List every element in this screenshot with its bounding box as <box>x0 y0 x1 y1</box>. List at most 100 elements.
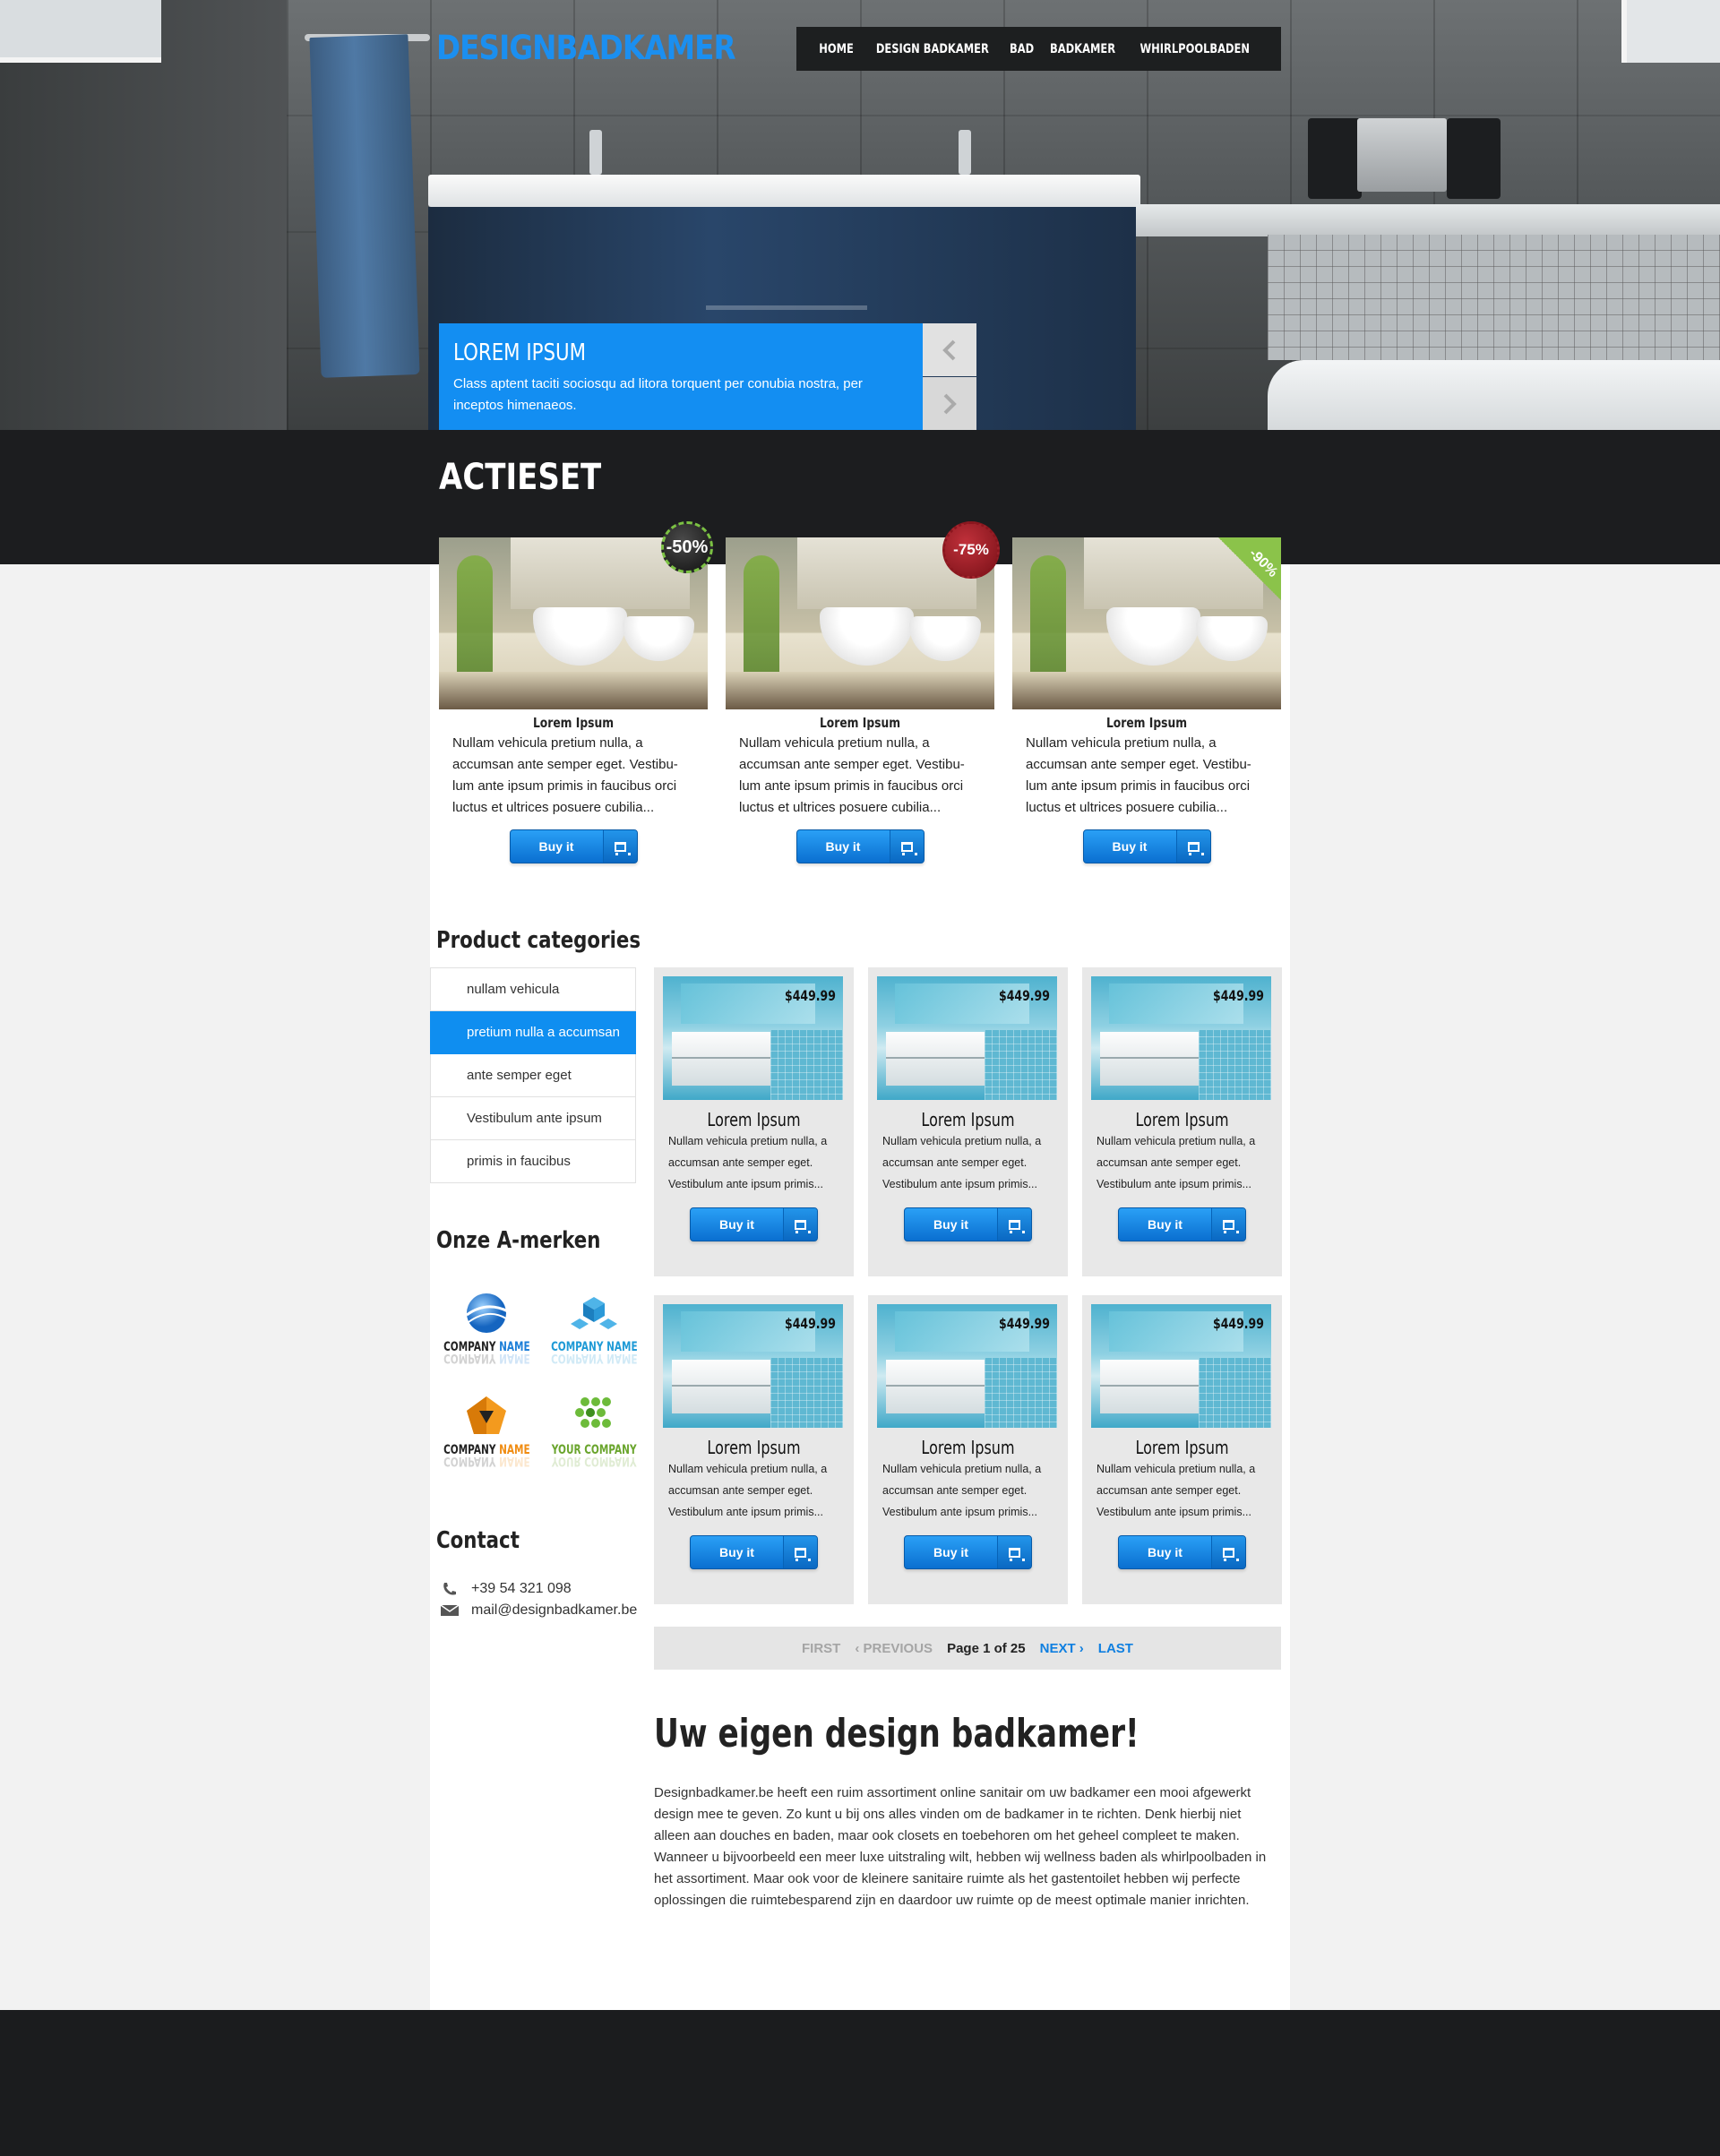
buy-button-label: Buy it <box>1148 1545 1182 1559</box>
brands-title: Onze A-merken <box>436 1227 601 1254</box>
contact-title: Contact <box>436 1527 520 1554</box>
discount-ribbon: -90% <box>1218 537 1281 600</box>
category-item[interactable]: primis in faucibus <box>430 1140 636 1183</box>
nav-home[interactable]: HOME <box>819 42 854 56</box>
cubes-logo-icon <box>571 1297 617 1329</box>
buy-button[interactable]: Buy it <box>690 1535 818 1569</box>
product-price: $449.99 <box>1213 987 1264 1004</box>
slider-prev-button[interactable] <box>923 323 976 376</box>
slider-caption: LOREM IPSUM Class aptent taciti sociosqu… <box>439 323 923 430</box>
cart-icon <box>889 830 924 863</box>
contact-phone-text[interactable]: +39 54 321 098 <box>471 1581 572 1597</box>
slider-next-button[interactable] <box>923 377 976 430</box>
buy-button-label: Buy it <box>719 1217 754 1232</box>
promo-card: -75% Lorem Ipsum Nullam vehicula pretium… <box>726 521 1000 863</box>
pager-previous-label: PREVIOUS <box>863 1640 933 1656</box>
promo-name[interactable]: Lorem Ipsum <box>463 715 684 731</box>
footer <box>0 2010 1720 2156</box>
promo-desc: Nullam vehicula pretium nulla, a accumsa… <box>739 735 965 815</box>
promo-card: -50% Lorem Ipsum Nullam vehicula pretium… <box>439 521 713 863</box>
pager-current: Page 1 of 25 <box>947 1640 1026 1656</box>
hero-tap <box>959 130 971 175</box>
nav-whirlpoolbaden[interactable]: WHIRLPOOLBADEN <box>1140 42 1251 56</box>
nav-design-badkamer[interactable]: DESIGN BADKAMER <box>876 42 989 56</box>
buy-button[interactable]: Buy it <box>509 829 638 863</box>
pagination: FIRST ‹ PREVIOUS Page 1 of 25 NEXT › LAS… <box>654 1627 1281 1670</box>
slider-arrows <box>923 323 976 430</box>
buy-button-label: Buy it <box>933 1545 968 1559</box>
product-title[interactable]: Lorem Ipsum <box>1109 1109 1254 1130</box>
buy-button-label: Buy it <box>1112 839 1148 854</box>
pager-next[interactable]: NEXT › <box>1040 1641 1084 1656</box>
product-price: $449.99 <box>999 987 1050 1004</box>
product-desc: Nullam vehicula pretium nulla, a accumsa… <box>1096 1463 1256 1518</box>
discount-ribbon-label: -90% <box>1245 545 1280 580</box>
brand-logo[interactable]: COMPANY NAME COMPANY NAME <box>545 1288 643 1378</box>
promo-name[interactable]: Lorem Ipsum <box>1036 715 1257 731</box>
hero-mosaic <box>1268 235 1720 360</box>
category-list: nullam vehicula pretium nulla a accumsan… <box>430 967 636 1183</box>
product-card: $449.99 Lorem Ipsum Nullam vehicula pret… <box>868 967 1068 1276</box>
category-item-active[interactable]: pretium nulla a accumsan <box>430 1011 636 1054</box>
category-item[interactable]: nullam vehicula <box>430 968 636 1011</box>
promo-desc: Nullam vehicula pretium nulla, a accumsa… <box>1026 735 1251 815</box>
product-card: $449.99 Lorem Ipsum Nullam vehicula pret… <box>1082 967 1282 1276</box>
chevron-right-icon: › <box>1075 1640 1084 1656</box>
product-desc: Nullam vehicula pretium nulla, a accumsa… <box>882 1463 1042 1518</box>
nav-badkamer[interactable]: BADKAMER <box>1050 42 1115 56</box>
hero-speaker <box>1447 118 1501 199</box>
buy-button[interactable]: Buy it <box>1118 1535 1246 1569</box>
product-title[interactable]: Lorem Ipsum <box>681 1437 826 1458</box>
buy-button[interactable]: Buy it <box>1082 829 1211 863</box>
buy-button[interactable]: Buy it <box>690 1207 818 1241</box>
hero-window-left <box>0 0 161 63</box>
product-title[interactable]: Lorem Ipsum <box>681 1109 826 1130</box>
promo-desc: Nullam vehicula pretium nulla, a accumsa… <box>452 735 678 815</box>
product-image[interactable]: $449.99 <box>1091 1304 1271 1428</box>
product-image[interactable]: $449.99 <box>663 976 843 1100</box>
cart-icon <box>997 1208 1031 1241</box>
buy-button[interactable]: Buy it <box>904 1207 1032 1241</box>
nav-bad[interactable]: BAD <box>1010 42 1034 56</box>
buy-button-label: Buy it <box>719 1545 754 1559</box>
category-item[interactable]: Vestibulum ante ipsum <box>430 1097 636 1140</box>
hero-ledge <box>1136 204 1720 236</box>
cart-icon <box>1211 1208 1245 1241</box>
pager-previous[interactable]: ‹ PREVIOUS <box>855 1641 933 1656</box>
chevron-left-icon <box>942 339 956 360</box>
promo-image[interactable]: -90% <box>1012 537 1281 709</box>
promo-card: -90% Lorem Ipsum Nullam vehicula pretium… <box>1012 537 1281 863</box>
about-title: Uw eigen design badkamer! <box>654 1711 1140 1757</box>
cart-icon <box>783 1208 817 1241</box>
buy-button[interactable]: Buy it <box>796 829 924 863</box>
shield-logo-icon <box>467 1396 506 1434</box>
main-nav: HOME DESIGN BADKAMER BAD BADKAMER WHIRLP… <box>796 27 1281 71</box>
brand-logo[interactable]: YOUR COMPANY YOUR COMPANY <box>545 1391 643 1481</box>
product-image[interactable]: $449.99 <box>877 1304 1057 1428</box>
product-desc: Nullam vehicula pretium nulla, a accumsa… <box>668 1135 828 1190</box>
brand-logo[interactable]: COMPANY NAME COMPANY NAME <box>437 1288 536 1378</box>
contact-phone: +39 54 321 098 <box>439 1581 572 1597</box>
product-title[interactable]: Lorem Ipsum <box>895 1109 1040 1130</box>
site-logo[interactable]: DESIGNBADKAMER <box>436 29 736 67</box>
product-image[interactable]: $449.99 <box>877 976 1057 1100</box>
product-price: $449.99 <box>999 1315 1050 1332</box>
cart-icon <box>997 1536 1031 1568</box>
buy-button[interactable]: Buy it <box>1118 1207 1246 1241</box>
product-image[interactable]: $449.99 <box>1091 976 1271 1100</box>
cart-icon <box>783 1536 817 1568</box>
hero-tap <box>589 130 602 175</box>
slider-title: LOREM IPSUM <box>453 339 587 366</box>
buy-button-label: Buy it <box>538 839 574 854</box>
buy-button[interactable]: Buy it <box>904 1535 1032 1569</box>
pager-first[interactable]: FIRST <box>802 1641 840 1656</box>
product-image[interactable]: $449.99 <box>663 1304 843 1428</box>
category-item[interactable]: ante semper eget <box>430 1054 636 1097</box>
slider-text: Class aptent taciti sociosqu ad litora t… <box>453 376 863 413</box>
product-title[interactable]: Lorem Ipsum <box>895 1437 1040 1458</box>
pager-last[interactable]: LAST <box>1098 1641 1133 1656</box>
brand-logo[interactable]: COMPANY NAME COMPANY NAME <box>437 1391 536 1481</box>
product-title[interactable]: Lorem Ipsum <box>1109 1437 1254 1458</box>
contact-email-text[interactable]: mail@designbadkamer.be <box>471 1602 637 1619</box>
promo-name[interactable]: Lorem Ipsum <box>750 715 970 731</box>
